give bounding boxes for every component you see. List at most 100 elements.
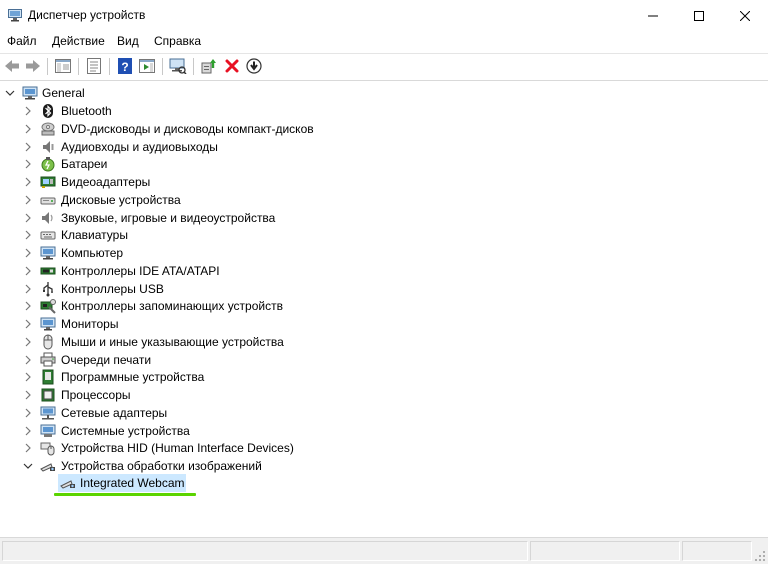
tree-category[interactable]: Компьютер <box>0 244 768 262</box>
tree-category[interactable]: Батареи <box>0 155 768 173</box>
expand-chevron-icon[interactable] <box>22 229 34 241</box>
expand-chevron-icon[interactable] <box>22 336 34 348</box>
tree-root-general[interactable]: General <box>0 84 768 102</box>
maximize-button[interactable] <box>676 0 722 31</box>
computer-icon <box>40 246 56 260</box>
expand-chevron-icon[interactable] <box>22 442 34 454</box>
dvd-drive-icon <box>41 122 55 136</box>
tree-category-label: DVD-дисководы и дисководы компакт-дисков <box>61 121 314 136</box>
expand-chevron-icon[interactable] <box>22 300 34 312</box>
keyboard-icon <box>40 231 56 240</box>
back-arrow-icon <box>5 60 19 72</box>
title-bar[interactable]: Диспетчер устройств <box>0 0 768 31</box>
expand-chevron-icon[interactable] <box>22 194 34 206</box>
tree-category[interactable]: Программные устройства <box>0 368 768 386</box>
device-tree[interactable]: General Bluetooth DVD-дисководы и дисково… <box>0 80 768 536</box>
tree-device-integrated-webcam[interactable]: Integrated Webcam <box>0 474 768 492</box>
show-hide-action-pane-icon <box>139 59 155 73</box>
tree-category[interactable]: Устройства HID (Human Interface Devices) <box>0 439 768 457</box>
tree-category[interactable]: Мыши и иные указывающие устройства <box>0 333 768 351</box>
menu-action[interactable]: Действие <box>52 34 105 48</box>
tree-category[interactable]: Видеоадаптеры <box>0 173 768 191</box>
sound-icon <box>42 211 53 224</box>
tree-category[interactable]: DVD-дисководы и дисководы компакт-дисков <box>0 120 768 138</box>
minimize-icon <box>648 15 658 16</box>
scan-hardware-button[interactable] <box>168 56 188 76</box>
tree-category-label: Очереди печати <box>61 352 152 367</box>
scan-hardware-icon <box>169 58 187 74</box>
device-manager-window: Диспетчер устройств Файл Действие Вид Сп… <box>0 0 768 564</box>
menu-view[interactable]: Вид <box>117 34 139 48</box>
expand-chevron-icon[interactable] <box>22 371 34 383</box>
forward-button[interactable] <box>23 56 43 76</box>
display-adapter-icon <box>40 176 56 188</box>
update-driver-icon <box>201 59 216 74</box>
resize-grip-icon[interactable] <box>754 550 766 562</box>
uninstall-icon <box>225 59 239 73</box>
back-button[interactable] <box>2 56 22 76</box>
tree-category[interactable]: Мониторы <box>0 315 768 333</box>
tree-category[interactable]: Сетевые адаптеры <box>0 404 768 422</box>
status-segment <box>530 541 680 561</box>
tree-category-label: Программные устройства <box>61 370 205 385</box>
storage-controller-icon <box>40 299 56 314</box>
usb-icon <box>43 281 53 296</box>
expand-chevron-icon[interactable] <box>22 425 34 437</box>
system-device-icon <box>40 424 56 437</box>
tree-category[interactable]: Процессоры <box>0 386 768 404</box>
software-device-icon <box>42 369 54 385</box>
help-button[interactable]: ? <box>115 56 135 76</box>
processor-icon <box>41 388 55 402</box>
expand-chevron-icon[interactable] <box>22 158 34 170</box>
tree-category[interactable]: Клавиатуры <box>0 226 768 244</box>
tree-category-label: Компьютер <box>61 246 124 260</box>
tree-category[interactable]: Контроллеры USB <box>0 280 768 298</box>
tree-category-label: Аудиовходы и аудиовыходы <box>61 139 218 154</box>
status-bar <box>0 537 768 564</box>
tree-category[interactable]: Дисковые устройства <box>0 191 768 209</box>
expand-chevron-icon[interactable] <box>22 354 34 366</box>
minimize-button[interactable] <box>630 0 676 31</box>
close-button[interactable] <box>722 0 768 31</box>
expand-chevron-icon[interactable] <box>22 212 34 224</box>
menu-help[interactable]: Справка <box>154 34 201 48</box>
menu-file[interactable]: Файл <box>7 34 37 48</box>
show-hide-tree-button[interactable] <box>53 56 73 76</box>
expand-chevron-icon[interactable] <box>22 389 34 401</box>
tree-category-label: Мониторы <box>61 317 119 331</box>
tree-category[interactable]: Системные устройства <box>0 422 768 440</box>
expand-chevron-icon[interactable] <box>22 407 34 419</box>
tree-category[interactable]: Контроллеры IDE ATA/ATAPI <box>0 262 768 280</box>
show-hide-action-pane-button[interactable] <box>137 56 157 76</box>
tree-category[interactable]: Устройства обработки изображений <box>0 457 768 475</box>
uninstall-device-button[interactable] <box>222 56 242 76</box>
tree-category-label: Звуковые, игровые и видеоустройства <box>61 210 276 225</box>
expand-chevron-icon[interactable] <box>22 247 34 259</box>
expand-chevron-icon[interactable] <box>22 176 34 188</box>
toolbar-separator <box>47 58 48 75</box>
tree-category-label: Устройства HID (Human Interface Devices) <box>61 441 294 456</box>
update-driver-button[interactable] <box>199 56 219 76</box>
properties-button[interactable] <box>84 56 104 76</box>
tree-category[interactable]: Аудиовходы и аудиовыходы <box>0 138 768 156</box>
expand-chevron-icon[interactable] <box>22 283 34 295</box>
expand-chevron-icon[interactable] <box>22 141 34 153</box>
tree-category[interactable]: Контроллеры запоминающих устройств <box>0 297 768 315</box>
tree-category-label: Bluetooth <box>61 104 112 118</box>
expand-chevron-icon[interactable] <box>22 105 34 117</box>
expand-chevron-icon[interactable] <box>22 318 34 330</box>
status-segment <box>2 541 528 561</box>
properties-icon <box>87 58 101 74</box>
toolbar-separator <box>78 58 79 75</box>
collapse-chevron-icon[interactable] <box>4 87 16 99</box>
tree-category[interactable]: Звуковые, игровые и видеоустройства <box>0 209 768 227</box>
disable-device-button[interactable] <box>244 56 264 76</box>
expand-chevron-icon[interactable] <box>22 265 34 277</box>
tree-category[interactable]: Очереди печати <box>0 351 768 369</box>
menu-bar: Файл Действие Вид Справка <box>0 31 768 52</box>
computer-root-icon <box>22 86 38 100</box>
expand-chevron-icon[interactable] <box>22 123 34 135</box>
tree-category[interactable]: Bluetooth <box>0 102 768 120</box>
collapse-chevron-icon[interactable] <box>22 460 34 472</box>
window-title: Диспетчер устройств <box>28 8 146 22</box>
